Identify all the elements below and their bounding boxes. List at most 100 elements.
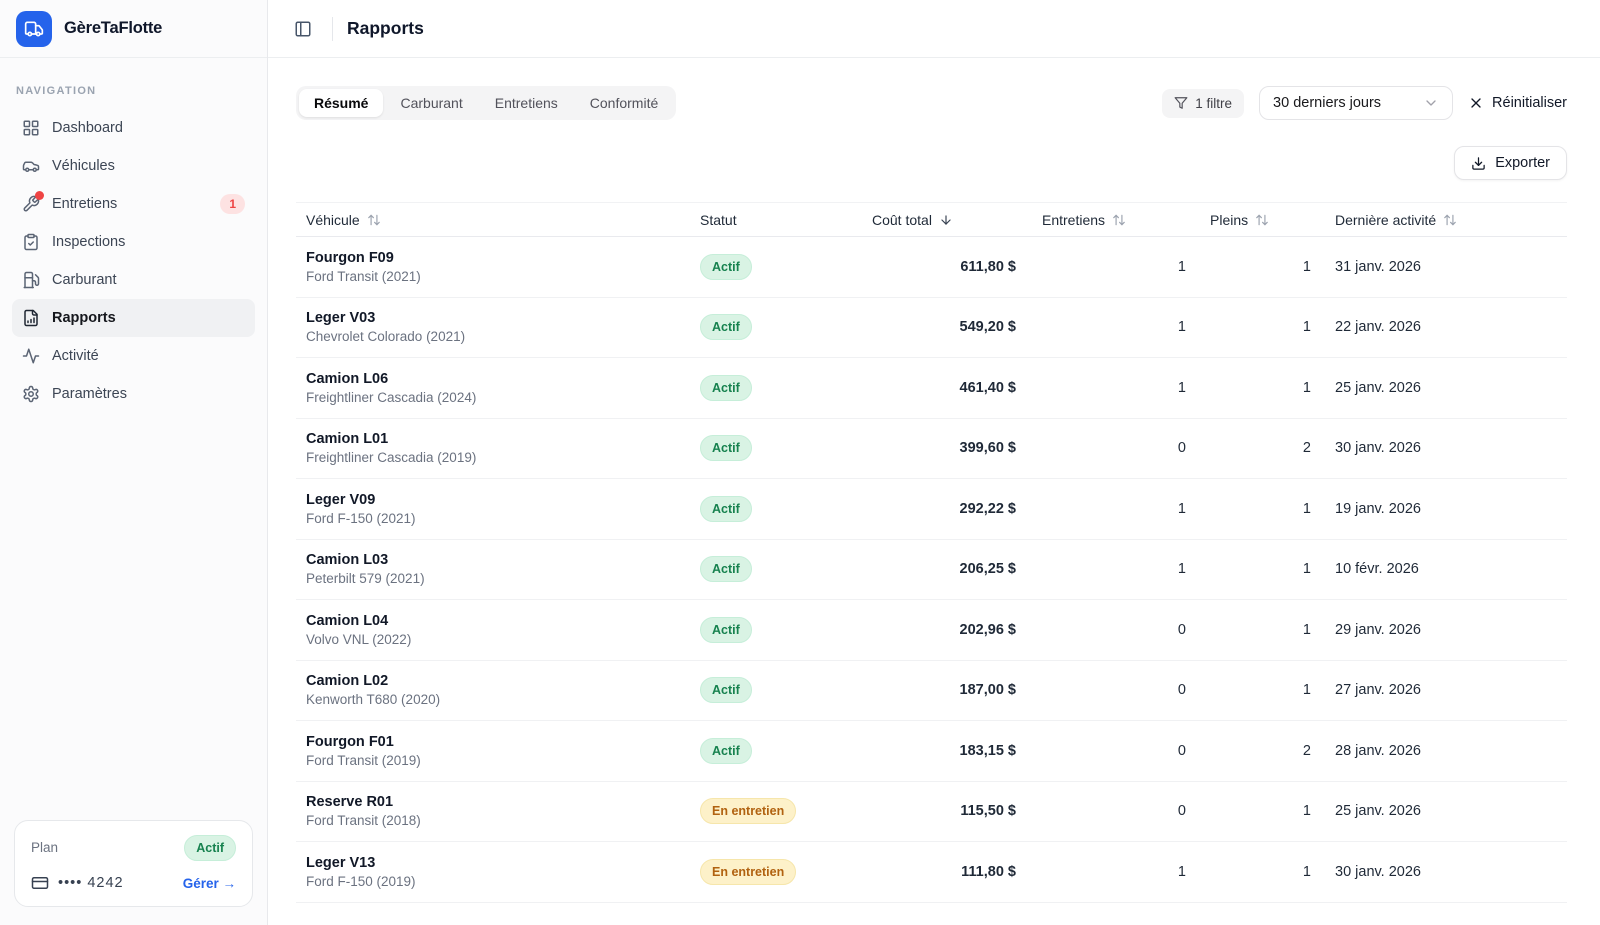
total-cost-cell: 202,96 $ — [862, 600, 1032, 661]
export-label: Exporter — [1495, 155, 1550, 171]
table-row[interactable]: Reserve R01 Ford Transit (2018) En entre… — [296, 781, 1567, 842]
status-badge: En entretien — [700, 859, 796, 885]
total-cost-cell: 115,50 $ — [862, 781, 1032, 842]
chevron-down-icon — [1423, 95, 1439, 111]
sidebar-item-label: Rapports — [52, 310, 116, 326]
last-activity-cell: 28 janv. 2026 — [1325, 721, 1567, 782]
panel-left-icon — [294, 20, 312, 38]
wrench-icon — [22, 195, 40, 213]
maintenance-count-cell: 1 — [1032, 358, 1200, 419]
table-row[interactable]: Camion L04 Volvo VNL (2022) Actif 202,96… — [296, 600, 1567, 661]
tab-conformite[interactable]: Conformité — [575, 89, 673, 117]
sidebar-item-inspections[interactable]: Inspections — [12, 223, 255, 261]
table-row[interactable]: Fourgon F01 Ford Transit (2019) Actif 18… — [296, 721, 1567, 782]
sort-arrows-icon — [1255, 213, 1269, 227]
total-cost-cell: 549,20 $ — [862, 297, 1032, 358]
status-badge: Actif — [700, 617, 752, 643]
maintenance-count-cell: 0 — [1032, 600, 1200, 661]
export-button[interactable]: Exporter — [1454, 146, 1567, 180]
column-header-cout-total[interactable]: Coût total — [862, 203, 1032, 237]
status-badge: Actif — [700, 677, 752, 703]
activity-icon — [22, 347, 40, 365]
table-row[interactable]: Fourgon F09 Ford Transit (2021) Actif 61… — [296, 237, 1567, 298]
topbar: Rapports — [268, 0, 1600, 58]
vehicle-name: Leger V13 — [306, 855, 680, 871]
fills-count-cell: 1 — [1200, 600, 1325, 661]
vehicle-name: Camion L01 — [306, 431, 680, 447]
sort-arrows-icon — [1443, 213, 1457, 227]
fills-count-cell: 1 — [1200, 781, 1325, 842]
sort-arrows-icon — [367, 213, 381, 227]
total-cost-cell: 611,80 $ — [862, 237, 1032, 298]
truck-icon — [24, 19, 44, 39]
column-header-entretiens[interactable]: Entretiens — [1032, 203, 1200, 237]
tab-entretiens[interactable]: Entretiens — [480, 89, 573, 117]
manage-plan-link[interactable]: Gérer → — [183, 876, 236, 891]
sidebar-item-parametres[interactable]: Paramètres — [12, 375, 255, 413]
vehicle-cell: Fourgon F01 Ford Transit (2019) — [296, 721, 690, 782]
status-badge: Actif — [700, 254, 752, 280]
sidebar-toggle-button[interactable] — [288, 14, 318, 44]
vehicle-model: Kenworth T680 (2020) — [306, 692, 680, 707]
status-cell: En entretien — [690, 842, 862, 903]
vehicle-name: Fourgon F01 — [306, 734, 680, 750]
table-row[interactable]: Leger V03 Chevrolet Colorado (2021) Acti… — [296, 297, 1567, 358]
table-row[interactable]: Camion L03 Peterbilt 579 (2021) Actif 20… — [296, 539, 1567, 600]
app-title: GèreTaFlotte — [64, 19, 162, 38]
vehicle-name: Reserve R01 — [306, 794, 680, 810]
vehicle-cell: Reserve R01 Ford Transit (2018) — [296, 781, 690, 842]
reset-label: Réinitialiser — [1492, 95, 1567, 111]
filter-count-label: 1 filtre — [1195, 96, 1232, 111]
filter-group: 1 filtre 30 derniers jours — [1162, 86, 1567, 120]
date-range-select[interactable]: 30 derniers jours — [1259, 86, 1453, 120]
vehicle-name: Fourgon F09 — [306, 250, 680, 266]
sidebar-item-label: Entretiens — [52, 196, 117, 212]
vehicle-cell: Camion L03 Peterbilt 579 (2021) — [296, 539, 690, 600]
tab-resume[interactable]: Résumé — [299, 89, 383, 117]
table-row[interactable]: Camion L02 Kenworth T680 (2020) Actif 18… — [296, 660, 1567, 721]
sidebar-item-dashboard[interactable]: Dashboard — [12, 109, 255, 147]
download-icon — [1471, 156, 1486, 171]
main-area: Rapports Résumé Carburant Entretiens Con… — [268, 0, 1600, 925]
status-cell: Actif — [690, 479, 862, 540]
dashboard-icon — [22, 119, 40, 137]
sidebar-item-vehicules[interactable]: Véhicules — [12, 147, 255, 185]
last-activity-cell: 27 janv. 2026 — [1325, 660, 1567, 721]
column-header-vehicule[interactable]: Véhicule — [296, 203, 690, 237]
fills-count-cell: 1 — [1200, 237, 1325, 298]
vehicle-model: Ford Transit (2019) — [306, 753, 680, 768]
alert-dot — [35, 191, 44, 200]
table-row[interactable]: Leger V09 Ford F-150 (2021) Actif 292,22… — [296, 479, 1567, 540]
sidebar-item-carburant[interactable]: Carburant — [12, 261, 255, 299]
clipboard-check-icon — [22, 233, 40, 251]
vehicle-model: Ford F-150 (2021) — [306, 511, 680, 526]
gear-icon — [22, 385, 40, 403]
sidebar-item-label: Paramètres — [52, 386, 127, 402]
total-cost-cell: 399,60 $ — [862, 418, 1032, 479]
table-row[interactable]: Camion L06 Freightliner Cascadia (2024) … — [296, 358, 1567, 419]
sidebar-item-rapports[interactable]: Rapports — [12, 299, 255, 337]
topbar-divider — [332, 17, 333, 41]
sidebar-item-activite[interactable]: Activité — [12, 337, 255, 375]
tab-carburant[interactable]: Carburant — [385, 89, 477, 117]
brand: GèreTaFlotte — [0, 0, 267, 58]
reset-filters-button[interactable]: Réinitialiser — [1468, 95, 1567, 111]
sidebar-item-entretiens[interactable]: Entretiens 1 — [12, 185, 255, 223]
fills-count-cell: 1 — [1200, 842, 1325, 903]
fills-count-cell: 2 — [1200, 721, 1325, 782]
status-badge: Actif — [700, 314, 752, 340]
table-row[interactable]: Leger V13 Ford F-150 (2019) En entretien… — [296, 842, 1567, 903]
vehicle-cell: Camion L01 Freightliner Cascadia (2019) — [296, 418, 690, 479]
column-header-derniere-activite[interactable]: Dernière activité — [1325, 203, 1567, 237]
status-badge: Actif — [700, 375, 752, 401]
table-row[interactable]: Camion L01 Freightliner Cascadia (2019) … — [296, 418, 1567, 479]
vehicle-name: Camion L03 — [306, 552, 680, 568]
column-header-statut[interactable]: Statut — [690, 203, 862, 237]
vehicle-model: Ford Transit (2021) — [306, 269, 680, 284]
toolbar-row: Résumé Carburant Entretiens Conformité 1… — [296, 86, 1567, 120]
column-header-pleins[interactable]: Pleins — [1200, 203, 1325, 237]
status-badge: Actif — [700, 496, 752, 522]
maintenance-count-cell: 0 — [1032, 721, 1200, 782]
app-logo — [16, 11, 52, 47]
status-cell: Actif — [690, 418, 862, 479]
